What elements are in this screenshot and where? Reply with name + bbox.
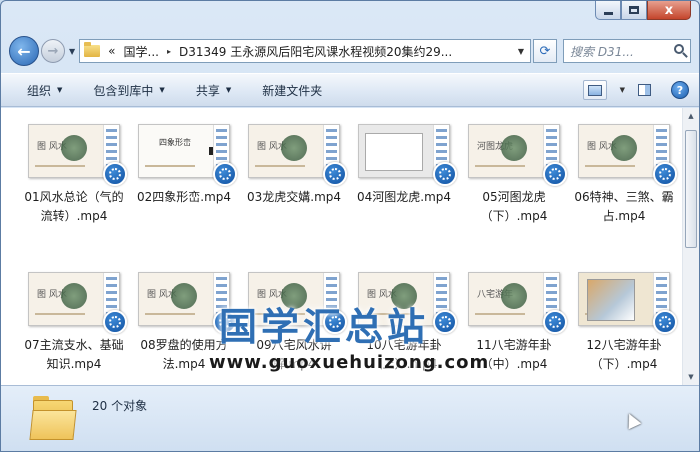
file-item[interactable]: 图 风水 06特神、三煞、霸占.mp4 (569, 124, 679, 236)
folder-icon (84, 42, 101, 57)
change-view-button[interactable] (583, 80, 607, 100)
thumbnail-art (501, 283, 527, 309)
breadcrumb-separator-icon[interactable]: ▸ (167, 47, 171, 56)
refresh-button[interactable]: ⟳ (533, 39, 557, 63)
media-player-icon (653, 310, 677, 334)
explorer-window: x ← → ▼ « 国学... ▸ D31349 王永源风后阳宅风课水程视频20… (0, 0, 700, 452)
share-menu[interactable]: 共享 ▼ (196, 82, 231, 99)
address-dropdown-icon[interactable]: ▼ (518, 47, 524, 56)
media-player-icon (543, 162, 567, 186)
media-player-icon (653, 162, 677, 186)
file-name[interactable]: 02四象形峦.mp4 (132, 188, 236, 207)
command-bar: 组织 ▼ 包含到库中 ▼ 共享 ▼ 新建文件夹 ▼ ? (1, 73, 699, 107)
breadcrumb-root[interactable]: 国学... (124, 43, 159, 60)
file-item[interactable]: 河图龙虎 05河图龙虎（下）.mp4 (459, 124, 569, 236)
scroll-up-icon[interactable]: ▲ (683, 108, 699, 124)
include-library-label: 包含到库中 (93, 83, 154, 98)
file-item[interactable]: 图 风水 01风水总论（气的流转）.mp4 (19, 124, 129, 236)
watermark-url: www.guoxuehuizong.com (209, 352, 490, 373)
watermark-title: 国学汇总站 (219, 305, 430, 349)
file-list-area[interactable]: 图 风水 01风水总论（气的流转）.mp4 四象形峦 02四象形峦.mp4 图 风水 03… (1, 108, 699, 385)
scrollbar-thumb[interactable] (685, 130, 697, 248)
details-pane: 20 个对象 (1, 385, 699, 451)
preview-pane-button[interactable] (633, 80, 655, 100)
organize-label: 组织 (27, 83, 52, 98)
file-item[interactable]: 图 风水 07主流支水、基础知识.mp4 (19, 272, 129, 384)
refresh-icon: ⟳ (539, 43, 551, 59)
folder-large-icon (29, 394, 77, 440)
forward-button[interactable]: → (41, 39, 65, 63)
minimize-button[interactable] (595, 1, 621, 20)
file-name[interactable]: 06特神、三煞、霸占.mp4 (572, 188, 676, 226)
media-player-icon (323, 162, 347, 186)
arrow-right-icon: → (47, 43, 59, 59)
help-button[interactable]: ? (671, 81, 689, 99)
organize-menu[interactable]: 组织 ▼ (27, 82, 62, 99)
file-item[interactable]: 图 风水 03龙虎交媾.mp4 (239, 124, 349, 236)
thumbnail-art (61, 283, 87, 309)
media-player-icon (103, 162, 127, 186)
file-name[interactable]: 03龙虎交媾.mp4 (242, 188, 346, 207)
search-input[interactable]: 搜索 D31... (563, 39, 691, 63)
file-item[interactable]: 12八宅游年卦（下）.mp4 (569, 272, 679, 384)
caption-buttons: x (595, 1, 691, 20)
new-folder-label: 新建文件夹 (262, 83, 323, 98)
recent-pages-dropdown[interactable]: ▼ (69, 47, 75, 56)
search-placeholder: 搜索 D31... (570, 44, 634, 59)
file-item[interactable]: 04河图龙虎.mp4 (349, 124, 459, 236)
maximize-button[interactable] (621, 1, 647, 20)
address-bar[interactable]: « 国学... ▸ D31349 王永源风后阳宅风课水程视频20集约29... … (79, 39, 531, 63)
vertical-scrollbar[interactable]: ▲ ▼ (682, 108, 699, 385)
breadcrumb-overflow[interactable]: « (108, 44, 115, 58)
view-icon (588, 84, 602, 96)
file-name[interactable]: 07主流支水、基础知识.mp4 (22, 336, 126, 374)
file-item[interactable]: 四象形峦 02四象形峦.mp4 (129, 124, 239, 236)
media-player-icon (543, 310, 567, 334)
media-player-icon (433, 162, 457, 186)
maximize-icon (629, 6, 639, 14)
scroll-down-icon[interactable]: ▼ (683, 369, 699, 385)
file-name[interactable]: 12八宅游年卦（下）.mp4 (572, 336, 676, 374)
chevron-down-icon: ▼ (57, 86, 63, 94)
close-button[interactable]: x (647, 1, 691, 20)
file-name[interactable]: 05河图龙虎（下）.mp4 (462, 188, 566, 226)
chevron-down-icon: ▼ (225, 86, 232, 94)
media-player-icon (433, 310, 457, 334)
thumbnail-art (281, 135, 307, 161)
chevron-down-icon: ▼ (159, 86, 165, 94)
item-count: 20 个对象 (92, 399, 148, 413)
view-options-dropdown[interactable]: ▼ (620, 86, 625, 94)
mouse-cursor-icon (622, 410, 642, 430)
media-player-icon (103, 310, 127, 334)
file-name[interactable]: 04河图龙虎.mp4 (352, 188, 456, 207)
minimize-icon (603, 11, 613, 15)
navigation-row: ← → ▼ « 国学... ▸ D31349 王永源风后阳宅风课水程视频20集约… (9, 33, 691, 69)
search-icon[interactable] (674, 44, 684, 54)
thumbnail-art (61, 135, 87, 161)
include-in-library-menu[interactable]: 包含到库中 ▼ (93, 82, 164, 99)
preview-pane-icon (637, 84, 651, 96)
close-icon: x (664, 2, 674, 18)
new-folder-button[interactable]: 新建文件夹 (262, 82, 322, 99)
file-name[interactable]: 01风水总论（气的流转）.mp4 (22, 188, 126, 226)
thumbnail-title: 四象形峦 (159, 138, 191, 147)
thumbnail-art (501, 135, 527, 161)
thumbnail-art (171, 283, 197, 309)
arrow-left-icon: ← (17, 41, 31, 61)
back-button[interactable]: ← (9, 36, 39, 66)
share-label: 共享 (195, 83, 220, 98)
thumbnail-art (611, 135, 637, 161)
help-icon: ? (676, 83, 684, 97)
media-player-icon (213, 162, 237, 186)
breadcrumb-current[interactable]: D31349 王永源风后阳宅风课水程视频20集约29... (179, 43, 452, 60)
